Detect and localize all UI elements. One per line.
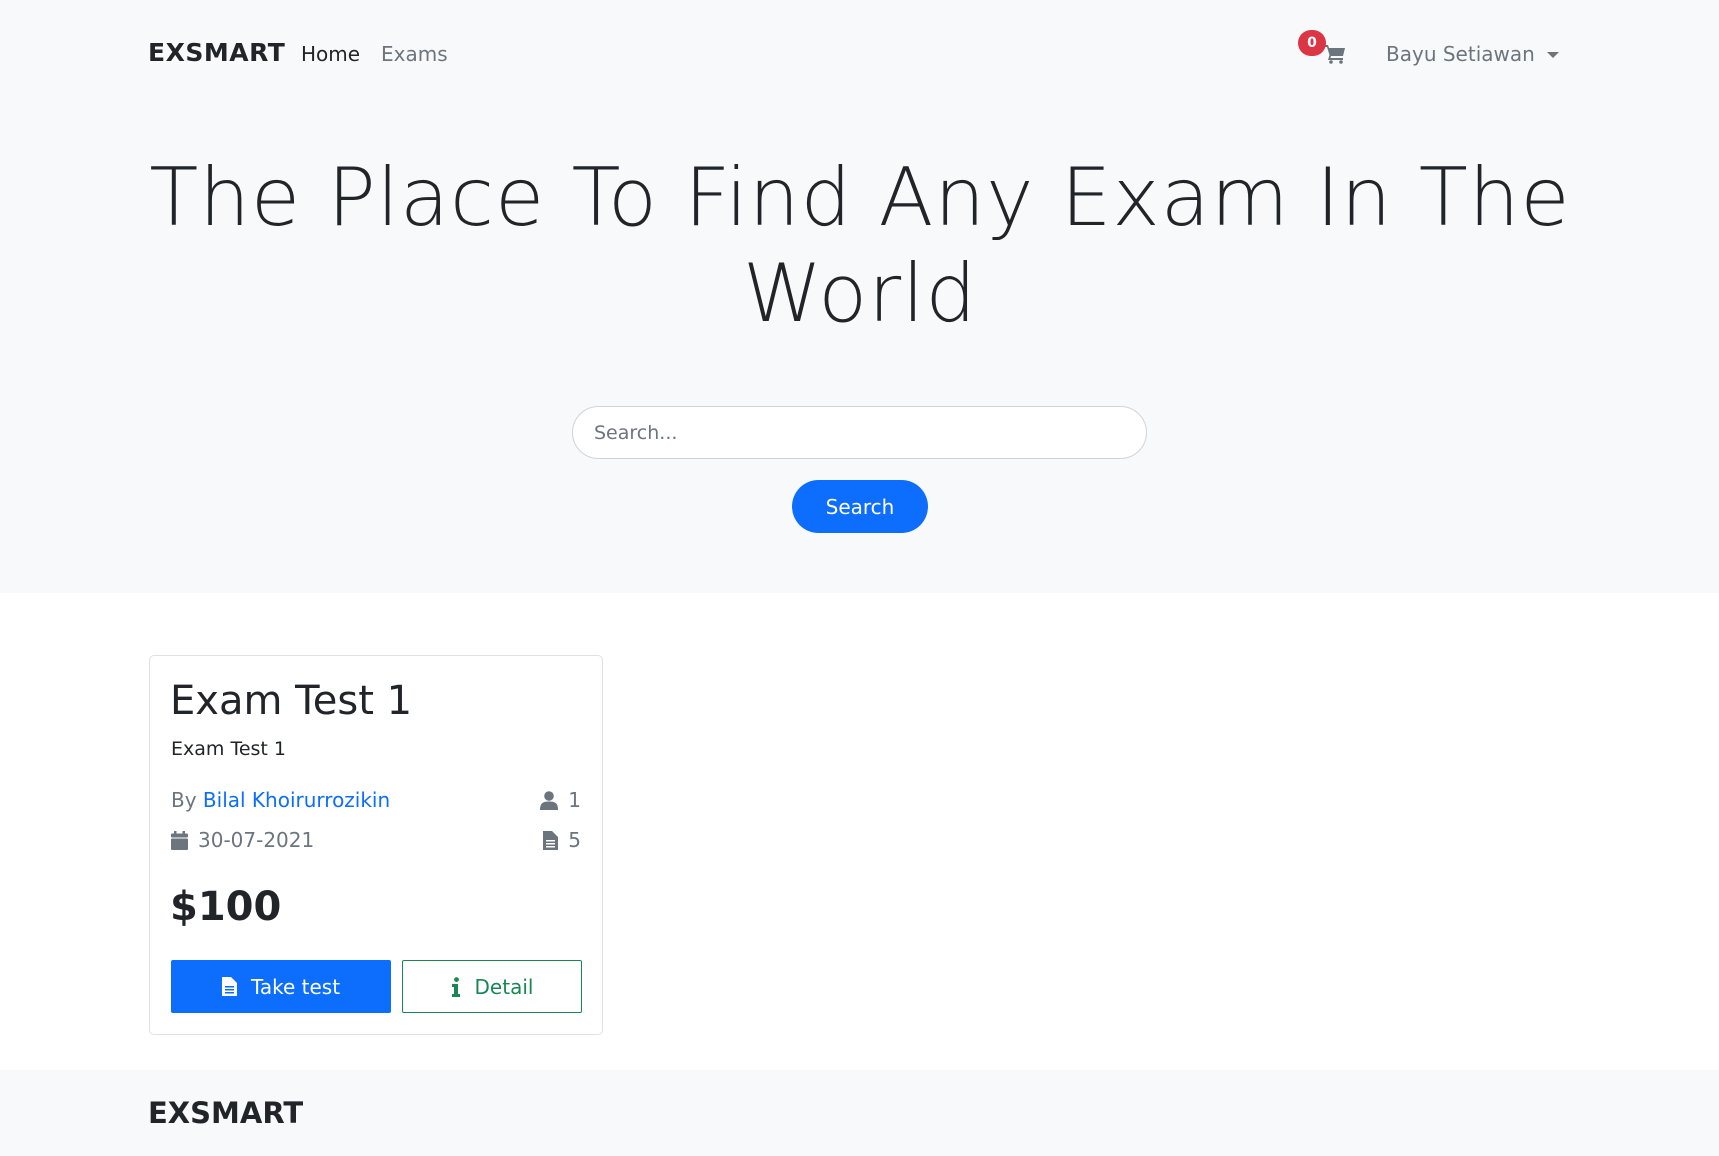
take-test-button[interactable]: Take test: [171, 960, 391, 1013]
exam-card: Exam Test 1 Exam Test 1 By Bilal Khoirur…: [149, 655, 603, 1035]
nav-link-home[interactable]: Home: [301, 42, 360, 66]
exam-description: Exam Test 1: [171, 738, 286, 760]
user-dropdown[interactable]: Bayu Setiawan: [1386, 42, 1559, 66]
take-test-label: Take test: [250, 974, 341, 999]
footer-brand: EXSMART: [148, 1096, 304, 1130]
hero-title: The Place To Find Any Exam In The World: [149, 151, 1571, 340]
author-prefix: By: [171, 788, 197, 812]
exam-title: Exam Test 1: [170, 678, 413, 724]
user-name: Bayu Setiawan: [1386, 42, 1535, 66]
exam-date-value: 30-07-2021: [198, 828, 315, 852]
exam-participants: 1: [540, 788, 581, 812]
info-icon: [451, 976, 460, 997]
cart-count-badge: 0: [1298, 30, 1326, 56]
participants-count: 1: [568, 788, 581, 812]
detail-button[interactable]: Detail: [402, 960, 582, 1013]
search-input[interactable]: [572, 406, 1147, 459]
author-link[interactable]: Bilal Khoirurrozikin: [203, 788, 390, 812]
exam-questions: 5: [543, 828, 581, 852]
exam-author: By Bilal Khoirurrozikin: [171, 788, 390, 812]
user-icon: [540, 790, 559, 810]
search-button[interactable]: Search: [792, 480, 928, 533]
exam-date: 30-07-2021: [171, 828, 314, 852]
calendar-icon: [171, 830, 188, 850]
detail-label: Detail: [474, 974, 534, 999]
nav-link-exams[interactable]: Exams: [381, 42, 448, 66]
file-icon: [221, 977, 237, 996]
questions-count: 5: [568, 828, 581, 852]
cart-icon: [1324, 45, 1345, 64]
footer: EXSMART: [0, 1070, 1719, 1156]
file-icon: [543, 830, 559, 850]
exam-price: $100: [170, 884, 282, 930]
caret-down-icon: [1546, 52, 1559, 58]
brand-logo[interactable]: EXSMART: [148, 38, 285, 67]
